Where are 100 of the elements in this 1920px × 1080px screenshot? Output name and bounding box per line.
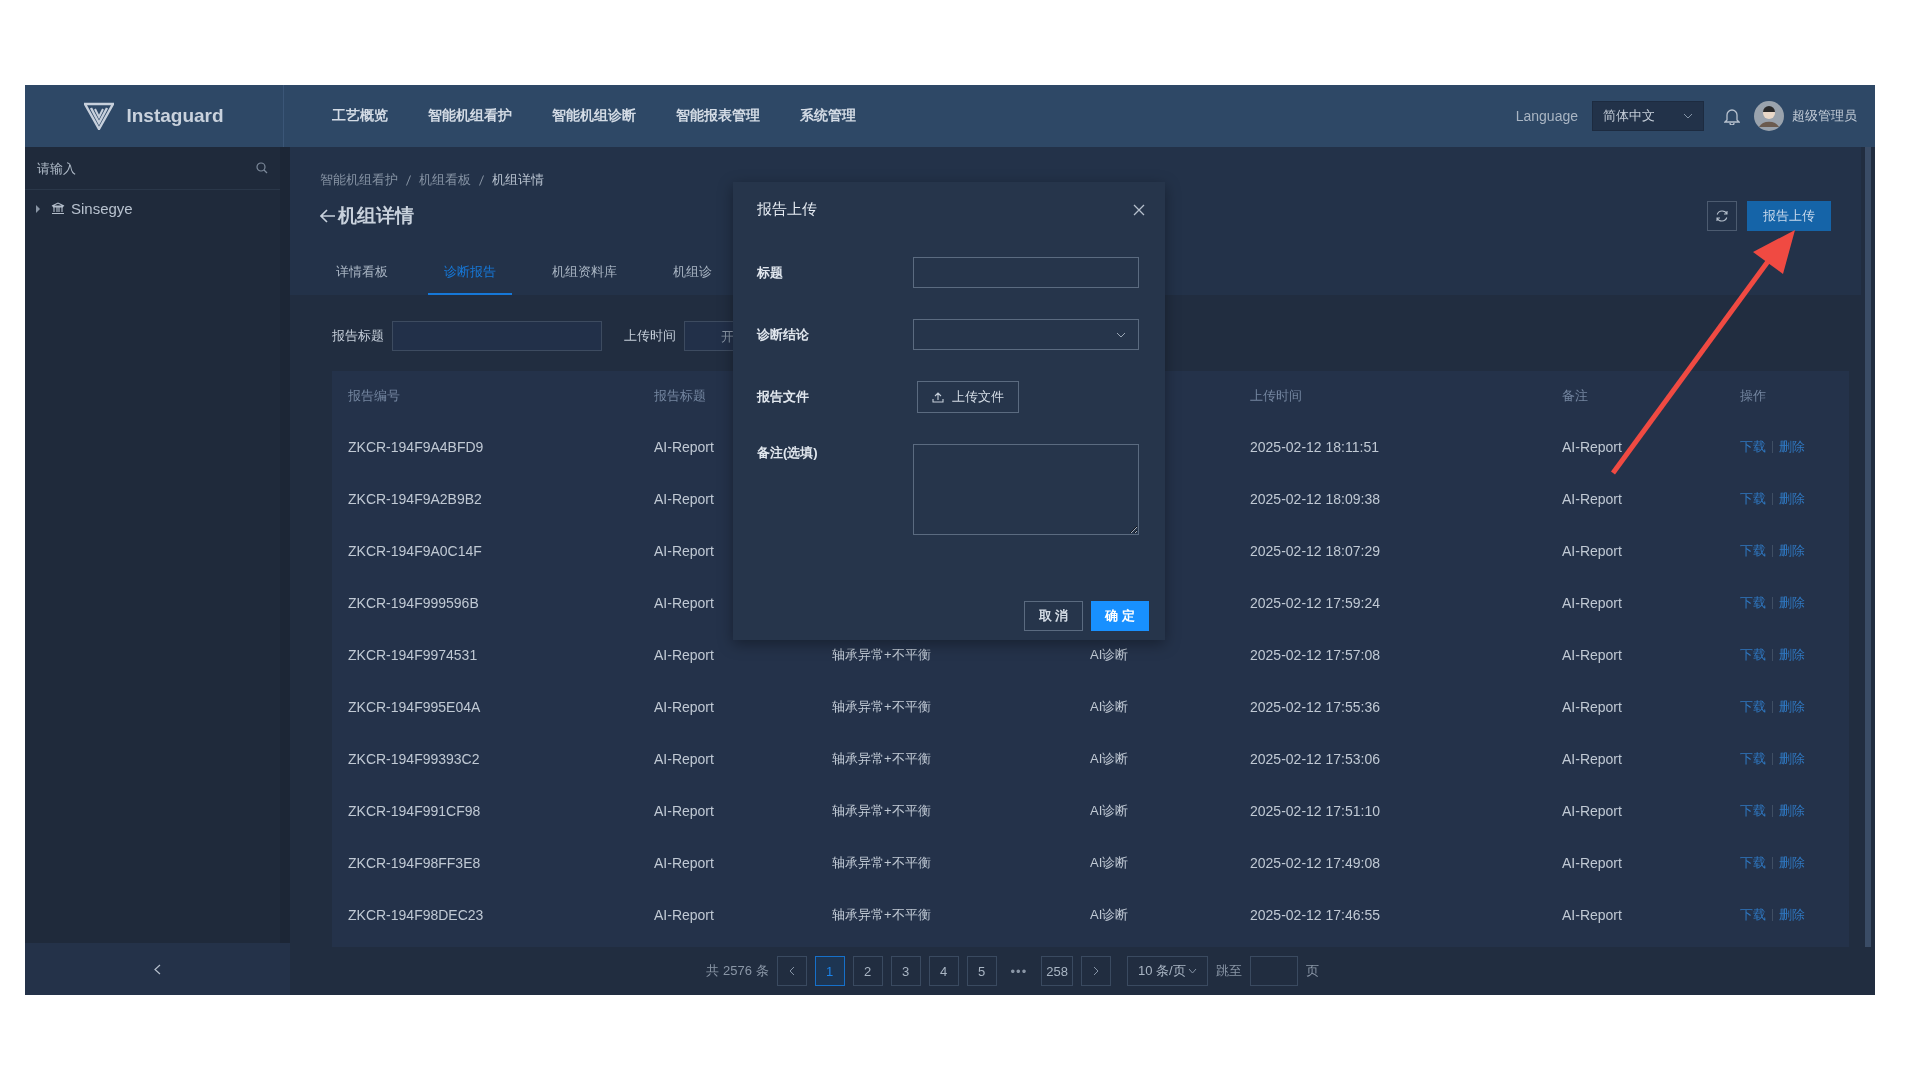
- action-link[interactable]: 删除: [1779, 854, 1805, 872]
- avatar-icon[interactable]: [1754, 101, 1784, 131]
- breadcrumb-item[interactable]: 智能机组看护: [320, 171, 398, 189]
- nav-item[interactable]: 系统管理: [800, 107, 856, 125]
- caret-right-icon[interactable]: [35, 204, 41, 213]
- form-label: 标题: [757, 263, 783, 282]
- table-cell: 2025-02-12 17:55:36: [1250, 699, 1380, 715]
- language-select[interactable]: 简体中文: [1592, 101, 1704, 131]
- action-link[interactable]: 删除: [1779, 542, 1805, 560]
- table-cell: AI-Report: [654, 751, 714, 767]
- table-cell: ZKCR-194F991CF98: [348, 803, 481, 819]
- upload-file-button[interactable]: 上传文件: [917, 381, 1019, 413]
- column-header: 备注: [1562, 388, 1588, 403]
- previous-page-button[interactable]: [776, 956, 807, 986]
- page-button[interactable]: 3: [890, 956, 921, 986]
- table-cell: 轴承异常+不平衡: [832, 907, 931, 922]
- action-link[interactable]: 删除: [1779, 594, 1805, 612]
- slash-icon: [479, 174, 484, 186]
- table-cell: AI诊断: [1090, 803, 1129, 818]
- tab[interactable]: 详情看板: [320, 255, 404, 295]
- table-cell: AI诊断: [1090, 699, 1129, 714]
- chevron-down-icon: [1116, 331, 1126, 338]
- title-field[interactable]: [913, 257, 1139, 288]
- action-link[interactable]: 下载: [1740, 646, 1766, 664]
- table-cell: AI诊断: [1090, 907, 1129, 922]
- page-title: 机组详情: [338, 204, 414, 228]
- action-link[interactable]: 删除: [1779, 750, 1805, 768]
- table-cell: 轴承异常+不平衡: [832, 855, 931, 870]
- action-link[interactable]: 下载: [1740, 854, 1766, 872]
- table-cell: AI-Report: [1562, 439, 1622, 455]
- tab[interactable]: 诊断报告: [428, 255, 512, 295]
- refresh-button[interactable]: [1707, 201, 1737, 231]
- tab[interactable]: 机组资料库: [536, 255, 633, 295]
- next-page-button[interactable]: [1080, 956, 1111, 986]
- page-unit-label: 页: [1305, 962, 1319, 980]
- page-button[interactable]: 4: [928, 956, 959, 986]
- action-link[interactable]: 下载: [1740, 698, 1766, 716]
- page-button[interactable]: 5: [966, 956, 997, 986]
- action-link[interactable]: 下载: [1740, 750, 1766, 768]
- table-cell: AI-Report: [654, 647, 714, 663]
- app-name: Instaguard: [126, 105, 224, 127]
- table-cell: 2025-02-12 17:53:06: [1250, 751, 1380, 767]
- title-filter-field[interactable]: [392, 321, 602, 351]
- page-button[interactable]: 1: [814, 956, 845, 986]
- action-link[interactable]: 删除: [1779, 646, 1805, 664]
- table-cell: AI诊断: [1090, 647, 1129, 662]
- page-button[interactable]: 2: [852, 956, 883, 986]
- user-name[interactable]: 超级管理员: [1792, 107, 1857, 125]
- table-cell: AI-Report: [654, 543, 714, 559]
- tab[interactable]: 机组诊: [657, 255, 728, 295]
- page-jump-field[interactable]: [1249, 956, 1298, 986]
- table-cell: ZKCR-194F9A2B9B2: [348, 491, 482, 507]
- action-link[interactable]: 下载: [1740, 438, 1766, 456]
- action-link[interactable]: 删除: [1779, 490, 1805, 508]
- bell-icon[interactable]: [1724, 107, 1740, 125]
- conclusion-select[interactable]: [913, 319, 1139, 350]
- action-link[interactable]: 下载: [1740, 542, 1766, 560]
- table-cell: AI诊断: [1090, 855, 1129, 870]
- search-icon: [256, 162, 268, 174]
- logo-icon: [84, 102, 115, 130]
- close-icon[interactable]: [1133, 203, 1145, 216]
- bank-icon: [51, 202, 65, 215]
- table-cell: AI-Report: [1562, 907, 1622, 923]
- action-link[interactable]: 下载: [1740, 594, 1766, 612]
- language-label: Language: [1515, 108, 1578, 124]
- action-link[interactable]: 删除: [1779, 698, 1805, 716]
- back-arrow-icon[interactable]: [320, 209, 336, 223]
- tree-item[interactable]: Sinsegye: [71, 200, 133, 217]
- total-count: 共 2576 条: [706, 962, 769, 980]
- table-cell: AI-Report: [1562, 751, 1622, 767]
- table-cell: ZKCR-194F98DEC23: [348, 907, 484, 923]
- table-cell: ZKCR-194F9974531: [348, 647, 478, 663]
- table-cell: ZKCR-194F9A4BFD9: [348, 439, 484, 455]
- breadcrumb-item[interactable]: 机组看板: [419, 171, 471, 189]
- remark-field[interactable]: [913, 444, 1139, 535]
- nav-item[interactable]: 工艺概览: [332, 107, 388, 125]
- chevron-down-icon: [1187, 968, 1197, 974]
- column-header: 上传时间: [1250, 388, 1302, 403]
- cancel-button[interactable]: 取 消: [1023, 601, 1084, 631]
- nav-item[interactable]: 智能机组看护: [428, 107, 512, 125]
- nav-item[interactable]: 智能机组诊断: [552, 107, 636, 125]
- table-cell: 2025-02-12 17:49:08: [1250, 855, 1380, 871]
- action-link[interactable]: 删除: [1779, 802, 1805, 820]
- table-cell: AI-Report: [1562, 647, 1622, 663]
- table-cell: AI-Report: [654, 595, 714, 611]
- page-button[interactable]: 258: [1041, 956, 1073, 986]
- action-link[interactable]: 下载: [1740, 802, 1766, 820]
- page-ellipsis[interactable]: •••: [1004, 963, 1034, 979]
- page-size-select[interactable]: 10 条/页: [1126, 956, 1208, 986]
- nav-item[interactable]: 智能报表管理: [676, 107, 760, 125]
- action-link[interactable]: 下载: [1740, 490, 1766, 508]
- action-link[interactable]: 删除: [1779, 906, 1805, 924]
- action-link[interactable]: 下载: [1740, 906, 1766, 924]
- action-link[interactable]: 删除: [1779, 438, 1805, 456]
- table-cell: ZKCR-194F98FF3E8: [348, 855, 481, 871]
- confirm-button[interactable]: 确 定: [1091, 601, 1149, 631]
- upload-report-button[interactable]: 报告上传: [1747, 201, 1831, 231]
- jump-label: 跳至: [1215, 962, 1242, 980]
- scrollbar[interactable]: [1865, 147, 1871, 947]
- search-field[interactable]: 请输入: [35, 159, 256, 177]
